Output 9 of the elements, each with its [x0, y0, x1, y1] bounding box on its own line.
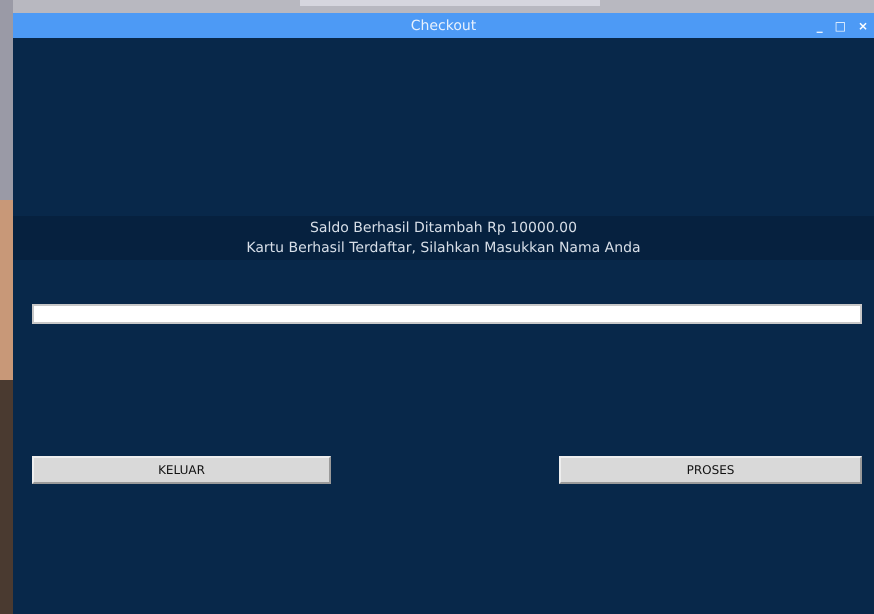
status-message: Kartu Berhasil Terdaftar, Silahkan Masukkan Nama Anda: [246, 239, 641, 257]
exit-button[interactable]: KELUAR: [32, 456, 331, 484]
close-button[interactable]: ×: [856, 18, 870, 32]
maximize-button[interactable]: □: [832, 18, 848, 32]
status-message: Saldo Berhasil Ditambah Rp 10000.00: [310, 219, 577, 237]
name-field[interactable]: [32, 304, 862, 324]
minimize-button[interactable]: _: [814, 18, 825, 32]
window-title: Checkout: [410, 18, 476, 34]
process-button[interactable]: PROSES: [559, 456, 862, 484]
